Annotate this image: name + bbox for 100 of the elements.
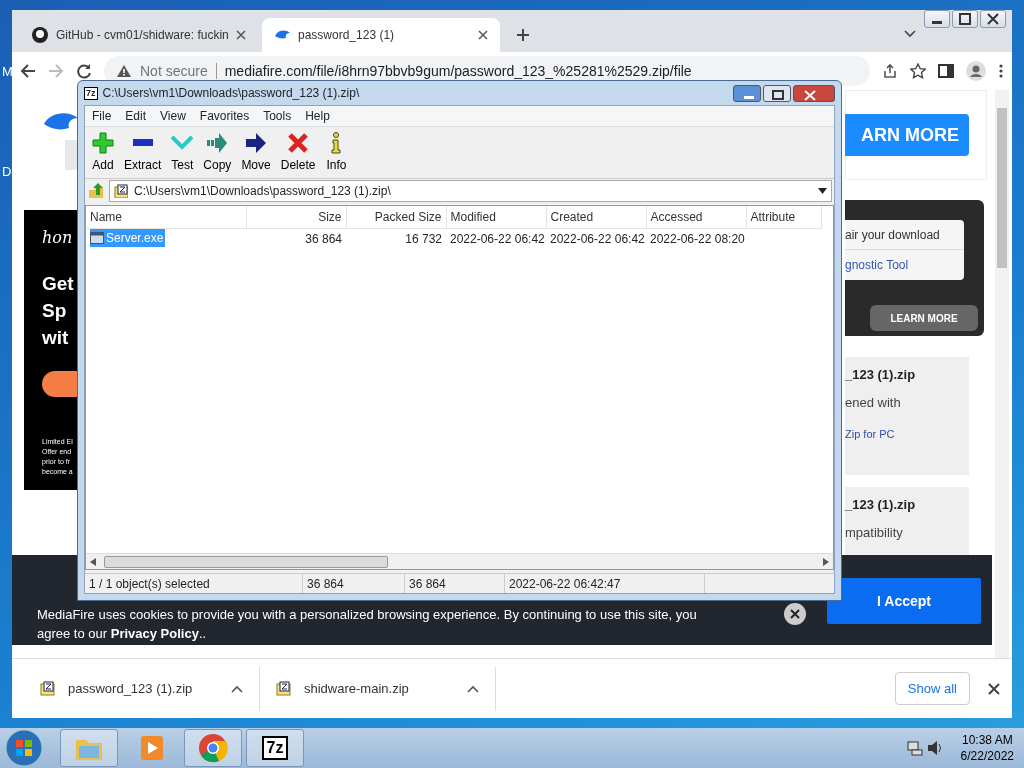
volume-icon[interactable]	[926, 740, 943, 756]
close-button[interactable]	[980, 10, 1006, 28]
path-field[interactable]: C:\Users\vm1\Downloads\password_123 (1).zip\	[109, 179, 832, 202]
info-button[interactable]: Info	[320, 132, 353, 174]
ad-headline: wit	[42, 326, 70, 350]
maximize-button[interactable]	[952, 10, 978, 28]
show-all-button[interactable]: Show all	[894, 671, 970, 706]
close-icon[interactable]	[236, 30, 246, 40]
arrow-icon	[206, 132, 229, 154]
window-title: C:\Users\vm1\Downloads\password_123 (1).zip\	[102, 85, 361, 102]
dismiss-button[interactable]	[784, 603, 806, 625]
up-folder-icon[interactable]	[87, 181, 105, 200]
menu-icon[interactable]	[998, 63, 1004, 79]
download-item[interactable]: password_123 (1).zip	[24, 666, 260, 711]
status-text: 36 864	[405, 574, 505, 593]
clock[interactable]: 10:38 AM 6/22/2022	[960, 732, 1014, 764]
file-name: _123 (1).zip	[845, 496, 917, 514]
close-icon[interactable]	[478, 30, 488, 40]
network-icon[interactable]	[906, 740, 923, 756]
back-icon[interactable]	[20, 63, 36, 79]
status-text: 2022-06-22 06:42:47	[505, 574, 705, 593]
star-icon[interactable]	[910, 63, 926, 79]
desktop-icon-label[interactable]: D	[2, 162, 12, 182]
scrollbar[interactable]	[995, 90, 1009, 658]
menu-item[interactable]: Favorites	[192, 107, 257, 125]
url-text: mediafire.com/file/i8hrn97bbvb9gum/password_123_%25281%2529.zip/file	[224, 61, 692, 81]
download-item[interactable]: shidware-main.zip	[260, 666, 496, 711]
zip-file-icon	[276, 680, 292, 697]
app-icon: 7z	[84, 86, 98, 100]
security-label: Not secure	[140, 61, 208, 81]
profile-icon[interactable]	[966, 61, 986, 81]
reload-icon[interactable]	[76, 63, 92, 79]
side-panel-icon[interactable]	[938, 63, 954, 79]
taskbar-app[interactable]	[184, 729, 242, 767]
column-header[interactable]: Modified	[446, 206, 546, 228]
zip-file-icon	[114, 183, 128, 198]
table-cell: 16 732	[405, 231, 442, 246]
desktop-icon-label[interactable]: M	[2, 62, 13, 82]
scroll-right-icon[interactable]	[823, 557, 829, 566]
copy-button[interactable]: Copy	[198, 132, 237, 174]
column-header[interactable]: Packed Size	[346, 206, 446, 228]
warning-icon	[116, 64, 132, 78]
ad-headline: Get	[42, 272, 75, 296]
column-header[interactable]: Attribute	[746, 206, 821, 228]
repair-link[interactable]: air your download	[845, 220, 964, 250]
caret-icon[interactable]	[467, 684, 479, 693]
browser-tab[interactable]: password_123 (1)	[262, 18, 500, 52]
maximize-icon[interactable]	[959, 13, 971, 25]
menu-item[interactable]: Edit	[118, 107, 154, 125]
status-text: 36 864	[303, 574, 405, 593]
table-cell: 2022-06-22 08:20	[650, 231, 745, 246]
column-header[interactable]: Size	[246, 206, 346, 228]
status-text: 1 / 1 object(s) selected	[85, 574, 303, 593]
plus-icon	[92, 132, 114, 154]
chrome-icon	[197, 732, 229, 764]
table-cell: 2022-06-22 06:42	[450, 231, 545, 246]
column-header[interactable]: Name	[86, 206, 246, 228]
scrollbar-thumb[interactable]	[104, 555, 388, 568]
table-cell: 2022-06-22 06:42	[550, 231, 645, 246]
start-button[interactable]	[4, 728, 44, 768]
dropdown-icon[interactable]	[818, 187, 827, 194]
menu-item[interactable]: Help	[298, 107, 337, 125]
menu-item[interactable]: View	[153, 107, 193, 125]
scrollbar[interactable]	[86, 553, 833, 569]
app-link[interactable]: Zip for PC	[845, 426, 969, 443]
minimize-button[interactable]	[924, 10, 950, 28]
zip-file-icon	[40, 680, 56, 697]
test-button[interactable]: Test	[166, 132, 199, 174]
taskbar-app[interactable]: 7z	[246, 729, 304, 767]
ad-button[interactable]	[42, 371, 77, 397]
tab-search-icon[interactable]	[904, 30, 916, 38]
arrow-icon	[245, 132, 268, 154]
share-icon[interactable]	[882, 63, 898, 79]
file-description: mpatibility	[845, 523, 904, 542]
close-icon[interactable]	[988, 682, 1000, 695]
minus-icon	[131, 139, 154, 146]
add-button[interactable]: Add	[87, 132, 119, 174]
scroll-left-icon[interactable]	[90, 557, 96, 566]
file-name: _123 (1).zip	[845, 366, 917, 384]
column-header[interactable]: Accessed	[646, 206, 746, 228]
accept-button[interactable]: I Accept	[827, 578, 981, 624]
learn-more-button[interactable]: LEARN MORE	[870, 305, 978, 331]
cookie-text: MediaFire uses cookies to provide you with a personalized browsing experience. By continuing to use this site, you agree to our Privacy Policy..	[37, 606, 698, 643]
close-icon[interactable]	[790, 609, 800, 619]
extract-button[interactable]: Extract	[119, 132, 167, 174]
menu-item[interactable]: Tools	[256, 107, 299, 125]
new-tab-icon[interactable]	[516, 28, 530, 42]
ad-logo: hon	[42, 227, 74, 249]
repair-link[interactable]: gnostic Tool	[845, 250, 964, 280]
delete-button[interactable]: Delete	[275, 132, 321, 174]
ad-headline: Sp	[42, 299, 68, 323]
move-button[interactable]: Move	[236, 132, 276, 174]
column-header[interactable]: Created	[546, 206, 646, 228]
scrollbar-thumb[interactable]	[997, 108, 1007, 268]
browser-tab[interactable]: GitHub - cvm01/shidware: fuckin	[20, 18, 258, 52]
caret-icon[interactable]	[231, 684, 243, 693]
table-cell: 36 864	[305, 231, 342, 246]
close-icon[interactable]	[987, 13, 999, 25]
menu-item[interactable]: File	[85, 107, 119, 125]
button-background	[65, 140, 77, 170]
